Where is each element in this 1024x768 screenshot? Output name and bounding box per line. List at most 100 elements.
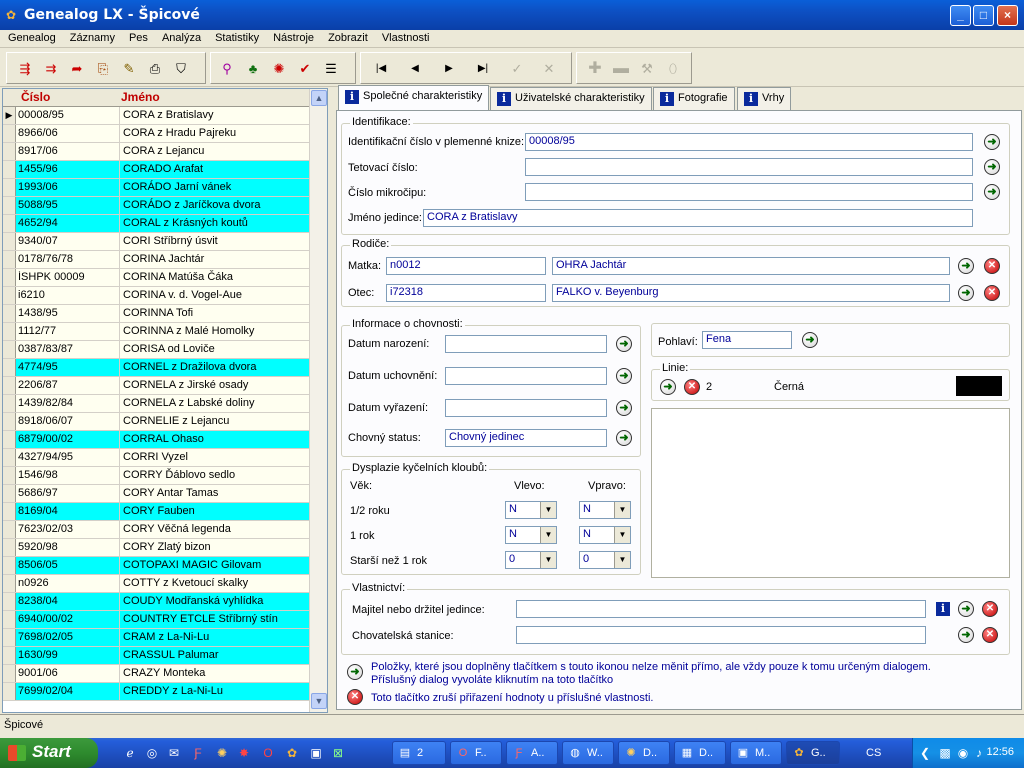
table-row[interactable]: 1630/99 CRASSUL Palumar xyxy=(3,647,309,665)
hip-left-select[interactable]: N ▼ xyxy=(505,501,557,519)
record-list[interactable]: Číslo Jméno ▶ 00008/95 CORA z Bratislavy 89… xyxy=(2,88,328,713)
table-row[interactable]: 8169/04 CORY Fauben xyxy=(3,503,309,521)
dam-clear-icon[interactable]: ✕ xyxy=(984,258,1000,274)
owner-field[interactable] xyxy=(516,600,926,618)
task-web[interactable]: ◍ W.. xyxy=(562,741,614,765)
photo-area[interactable] xyxy=(651,408,1010,578)
sun-icon[interactable]: ✺ xyxy=(214,745,230,761)
table-row[interactable]: n0926 COTTY z Kvetoucí skalky xyxy=(3,575,309,593)
task-m[interactable]: ▣ M.. xyxy=(730,741,782,765)
born-field[interactable] xyxy=(445,335,607,353)
close-button[interactable]: × xyxy=(997,5,1018,26)
table-row[interactable]: ÍSHPK 00009 CORINA Matúša Čáka xyxy=(3,269,309,287)
kennel-field[interactable] xyxy=(516,626,926,644)
table-row[interactable]: 6879/00/02 CORRAL Ohaso xyxy=(3,431,309,449)
task-folder[interactable]: ▤ 2 xyxy=(392,741,446,765)
dam-edit-icon[interactable]: ➜ xyxy=(958,258,974,274)
tab-photos[interactable]: i Fotografie xyxy=(653,87,735,110)
title-bar[interactable]: ✿ Genealog LX - Špicové _ □ × xyxy=(0,0,1024,30)
table-row[interactable]: 8506/05 COTOPAXI MAGIC Gilovam xyxy=(3,557,309,575)
sire-name-field[interactable]: FALKO v. Beyenburg xyxy=(552,284,950,302)
table-row[interactable]: 5920/98 CORY Zlatý bizon xyxy=(3,539,309,557)
opera-icon[interactable]: O xyxy=(260,745,276,761)
tab-user[interactable]: i Uživatelské charakteristiky xyxy=(490,87,652,110)
table-row[interactable]: 1455/96 CORADO Arafat xyxy=(3,161,309,179)
next-record-icon[interactable]: ▶ xyxy=(439,59,459,79)
table-row[interactable]: ▶ 00008/95 CORA z Bratislavy xyxy=(3,107,309,125)
table-row[interactable]: 1993/06 CORÁDO Jarní vánek xyxy=(3,179,309,197)
table-row[interactable]: 2206/87 CORNELA z Jirské osady xyxy=(3,377,309,395)
tree-icon[interactable]: ♣ xyxy=(243,59,263,79)
last-record-icon[interactable]: ▶| xyxy=(473,59,493,79)
breeding-status-field[interactable]: Chovný jedinec xyxy=(445,429,607,447)
table-row[interactable]: 8917/06 CORA z Lejancu xyxy=(3,143,309,161)
hip-right-select[interactable]: N ▼ xyxy=(579,526,631,544)
print-icon[interactable]: ⎙ xyxy=(145,59,165,79)
table-row[interactable]: 1546/98 CORRY Ďáblovo sedlo xyxy=(3,467,309,485)
kennel-clear-icon[interactable]: ✕ xyxy=(982,627,998,643)
check-icon[interactable]: ✔ xyxy=(295,59,315,79)
tattoo-edit-icon[interactable]: ➜ xyxy=(984,159,1000,175)
spreadsheet-icon[interactable]: ⊠ xyxy=(330,745,346,761)
remove-record-icon[interactable]: ⇉ xyxy=(41,59,61,79)
filter-icon[interactable]: ⛉ xyxy=(171,59,191,79)
owner-info-icon[interactable]: i xyxy=(936,602,950,616)
first-record-icon[interactable]: |◀ xyxy=(371,59,391,79)
table-row[interactable]: 4327/94/95 CORRI Vyzel xyxy=(3,449,309,467)
reg-number-edit-icon[interactable]: ➜ xyxy=(984,134,1000,150)
wand-icon[interactable]: ⚒ xyxy=(637,59,657,79)
dam-name-field[interactable]: OHRA Jachtár xyxy=(552,257,950,275)
line-clear-icon[interactable]: ✕ xyxy=(684,379,700,395)
filezilla-icon[interactable]: Ƒ xyxy=(190,745,206,761)
hip-right-select[interactable]: 0 ▼ xyxy=(579,551,631,569)
chevron-down-icon[interactable]: ▼ xyxy=(614,502,630,518)
table-row[interactable]: i6210 CORINA v. d. Vogel-Aue xyxy=(3,287,309,305)
table-row[interactable]: 9340/07 CORI Stříbrný úsvit xyxy=(3,233,309,251)
breeding-status-edit-icon[interactable]: ➜ xyxy=(616,430,632,446)
menu-analyza[interactable]: Analýza xyxy=(154,30,207,44)
table-row[interactable]: 5088/95 CORÁDO z Jaríčkova dvora xyxy=(3,197,309,215)
chip-edit-icon[interactable]: ➜ xyxy=(984,184,1000,200)
prev-record-icon[interactable]: ◀ xyxy=(405,59,425,79)
menu-nastroje[interactable]: Nástroje xyxy=(265,30,320,44)
name-field[interactable]: CORA z Bratislavy xyxy=(423,209,973,227)
hip-right-select[interactable]: N ▼ xyxy=(579,501,631,519)
mail-icon[interactable]: ✉ xyxy=(166,745,182,761)
edit-record-icon[interactable]: ➦ xyxy=(67,59,87,79)
sex-field[interactable]: Fena xyxy=(702,331,792,349)
dam-id-field[interactable]: n0012 xyxy=(386,257,546,275)
table-row[interactable]: 4774/95 CORNEL z Dražilova dvora xyxy=(3,359,309,377)
kennel-edit-icon[interactable]: ➜ xyxy=(958,627,974,643)
tattoo-field[interactable] xyxy=(525,158,973,176)
menu-statistiky[interactable]: Statistiky xyxy=(207,30,265,44)
chip-field[interactable] xyxy=(525,183,973,201)
sire-id-field[interactable]: i72318 xyxy=(386,284,546,302)
table-row[interactable]: 0178/76/78 CORINA Jachtár xyxy=(3,251,309,269)
scroll-down-icon[interactable]: ▼ xyxy=(311,693,327,709)
table-row[interactable]: 7623/02/03 CORY Věčná legenda xyxy=(3,521,309,539)
column-number-header[interactable]: Číslo xyxy=(21,90,50,104)
task-opera[interactable]: O F.. xyxy=(450,741,502,765)
ie-icon[interactable]: ℯ xyxy=(122,745,138,761)
tray-eye-icon[interactable]: ◉ xyxy=(955,745,971,761)
table-row[interactable]: 5686/97 CORY Antar Tamas xyxy=(3,485,309,503)
confirm-icon[interactable]: ✓ xyxy=(507,59,527,79)
menu-pes[interactable]: Pes xyxy=(121,30,154,44)
genealog-icon[interactable]: ✿ xyxy=(284,745,300,761)
sire-clear-icon[interactable]: ✕ xyxy=(984,285,1000,301)
task-d1[interactable]: ✺ D.. xyxy=(618,741,670,765)
list-scrollbar[interactable]: ▲ ▼ xyxy=(309,89,327,712)
table-row[interactable]: 6940/00/02 COUNTRY ETCLE Stříbrný stín xyxy=(3,611,309,629)
reg-number-field[interactable]: 00008/95 xyxy=(525,133,973,151)
browser-icon[interactable]: ◎ xyxy=(144,745,160,761)
chevron-down-icon[interactable]: ▼ xyxy=(540,552,556,568)
menu-zobrazit[interactable]: Zobrazit xyxy=(320,30,374,44)
eraser-icon[interactable]: ⬯ xyxy=(663,59,683,79)
maximize-button[interactable]: □ xyxy=(973,5,994,26)
hip-left-select[interactable]: 0 ▼ xyxy=(505,551,557,569)
removed-field[interactable] xyxy=(445,399,607,417)
chevron-down-icon[interactable]: ▼ xyxy=(540,502,556,518)
task-genealog[interactable]: ✿ G.. xyxy=(786,741,840,765)
table-row[interactable]: 1112/77 CORINNA z Malé Homolky xyxy=(3,323,309,341)
table-row[interactable]: 8238/04 COUDY Modřanská vyhlídka xyxy=(3,593,309,611)
